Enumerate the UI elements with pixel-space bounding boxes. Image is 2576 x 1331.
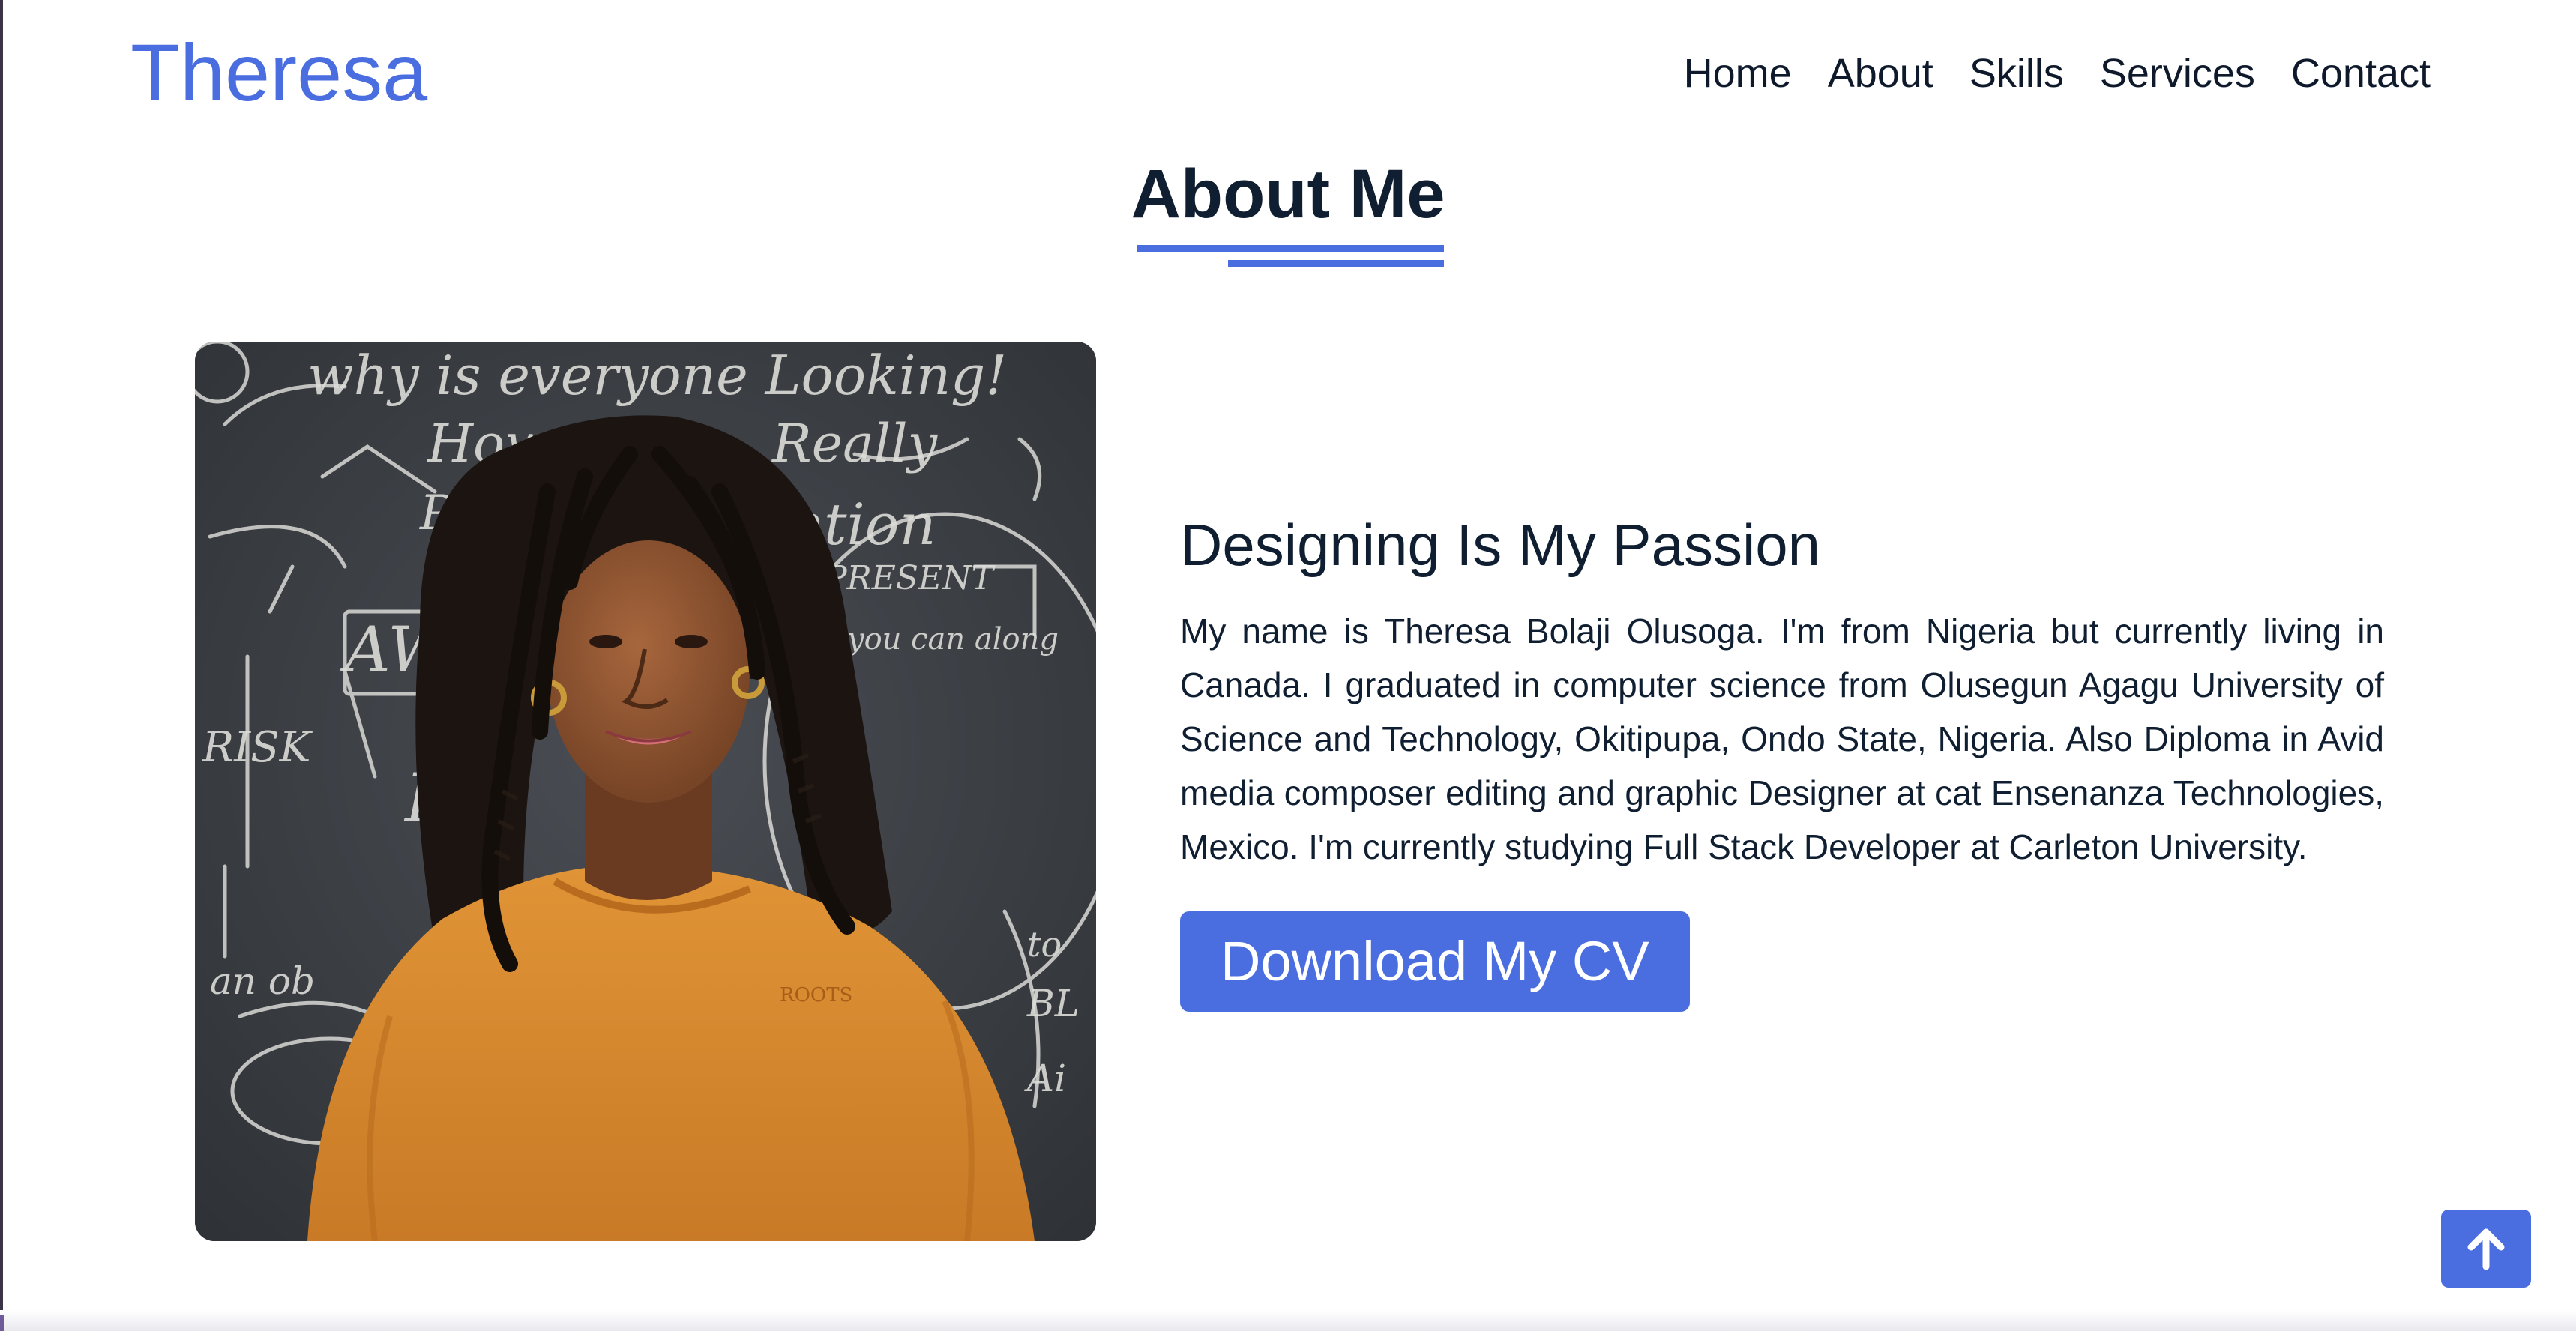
chalk-text: BL — [1026, 982, 1080, 1025]
window-bottom-shadow — [0, 1310, 2576, 1331]
chalk-text: RISK — [202, 723, 313, 772]
window-corner — [0, 1315, 4, 1331]
chalk-text: an ob — [210, 959, 315, 1003]
title-underline-accent — [1228, 260, 1444, 267]
section-title: About Me — [1131, 156, 1445, 232]
section-title-wrap: About Me — [0, 153, 2576, 235]
nav-about[interactable]: About — [1828, 46, 1933, 100]
nav-contact[interactable]: Contact — [2291, 46, 2431, 100]
nav-home[interactable]: Home — [1684, 46, 1792, 100]
main-nav: Home About Skills Services Contact — [1684, 46, 2431, 100]
download-cv-button[interactable]: Download My CV — [1180, 911, 1690, 1012]
about-paragraph: My name is Theresa Bolaji Olusoga. I'm f… — [1180, 612, 2384, 866]
nav-skills[interactable]: Skills — [1969, 46, 2064, 100]
arrow-up-icon — [2467, 1228, 2505, 1270]
nav-services[interactable]: Services — [2100, 46, 2255, 100]
about-content: Designing Is My Passion My name is There… — [1180, 504, 2384, 1012]
profile-photo-illustration: why is everyone Looking! How m Really PA… — [195, 342, 1096, 1241]
page: Theresa Home About Skills Services Conta… — [0, 0, 2576, 1331]
chalk-text: you can along — [846, 622, 1059, 657]
profile-photo: why is everyone Looking! How m Really PA… — [195, 342, 1096, 1241]
chalk-text: PRESENT — [824, 559, 996, 597]
chalk-text: to — [1027, 924, 1062, 965]
sweater-label: ROOTS — [780, 984, 852, 1006]
chalk-text: Really — [771, 413, 939, 474]
site-header: Theresa Home About Skills Services Conta… — [0, 0, 2576, 142]
title-underline — [1137, 245, 1444, 252]
scroll-top-button[interactable] — [2441, 1210, 2531, 1288]
chalk-text: why is everyone Looking! — [307, 344, 1007, 407]
site-logo[interactable]: Theresa — [130, 25, 427, 120]
chalk-text: Ai — [1024, 1057, 1066, 1100]
about-heading: Designing Is My Passion — [1180, 512, 1821, 578]
